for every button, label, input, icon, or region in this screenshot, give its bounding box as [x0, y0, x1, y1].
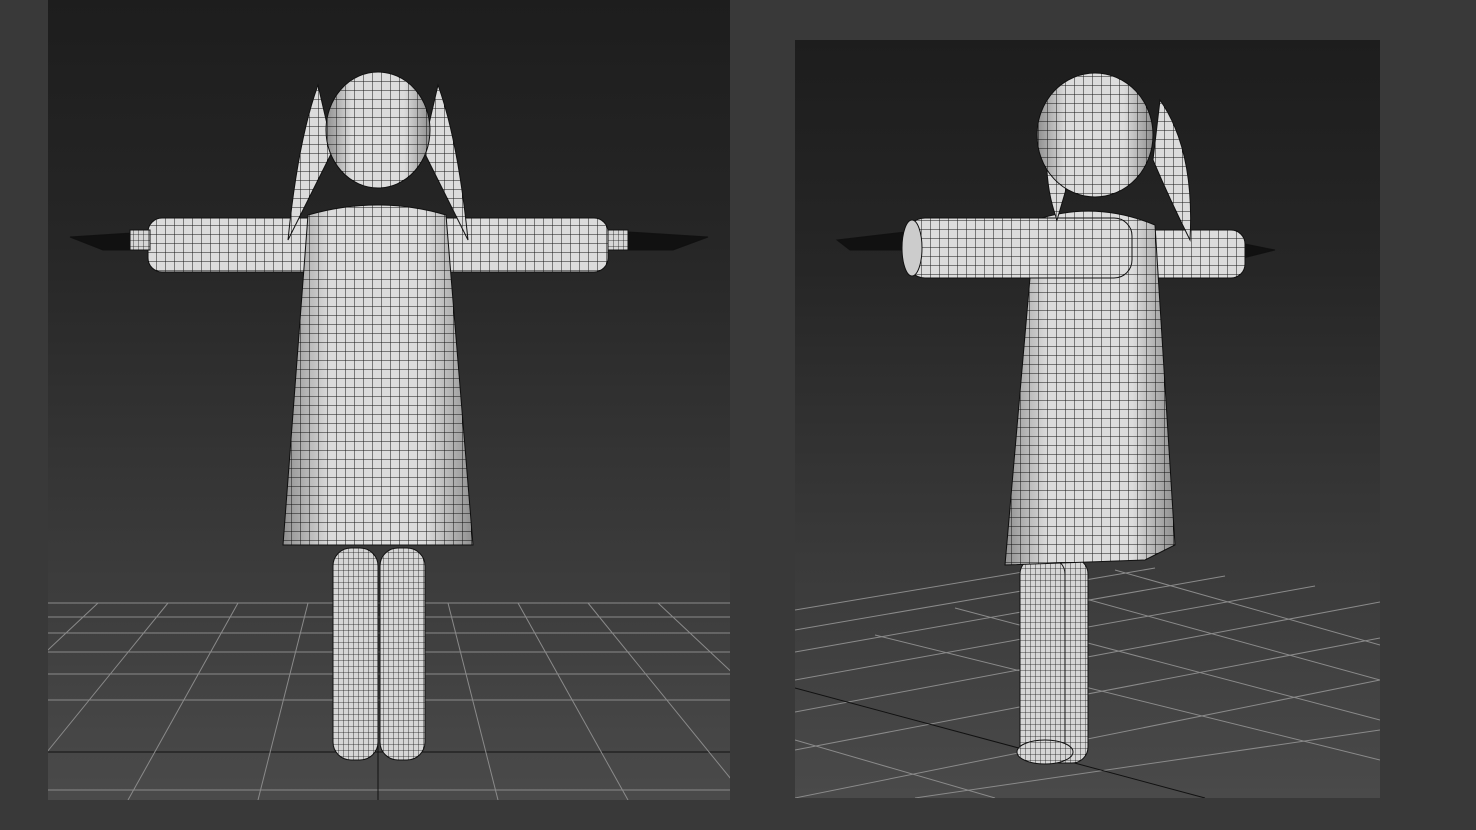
perspective-scene	[795, 72, 1380, 798]
perspective-viewport[interactable]	[795, 40, 1380, 798]
front-viewport[interactable]	[48, 0, 730, 800]
character-front	[69, 71, 709, 761]
front-scene	[48, 71, 730, 800]
